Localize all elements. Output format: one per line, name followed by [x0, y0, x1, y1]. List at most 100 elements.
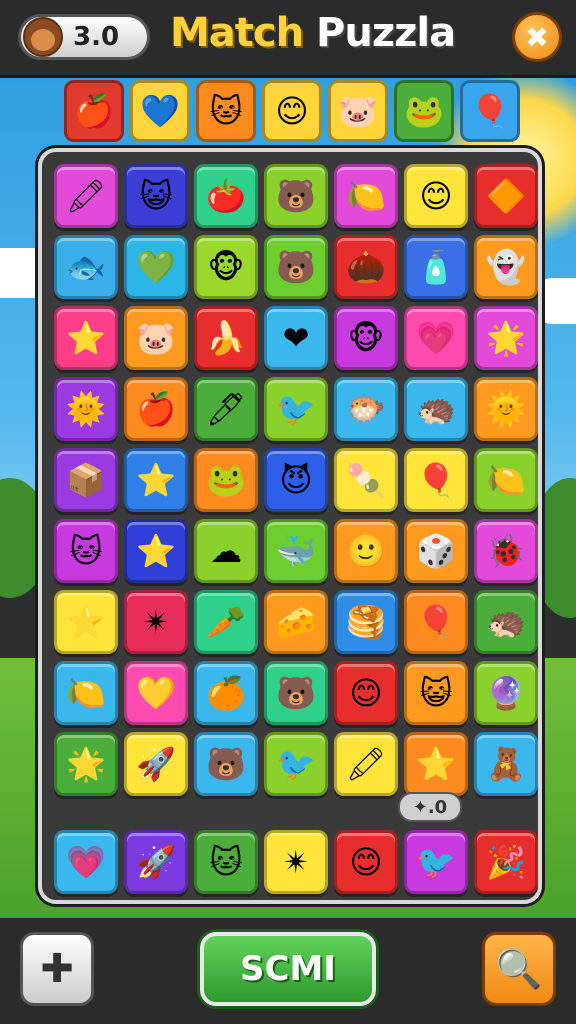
tile[interactable]: ⭐ [54, 306, 118, 370]
tile[interactable]: ☁ [194, 519, 258, 583]
tile[interactable]: 🐻 [264, 164, 328, 228]
tile[interactable]: 🧸 [474, 732, 538, 796]
tile[interactable]: 🐦 [404, 830, 468, 894]
hedgehog-icon: 🦔 [486, 603, 526, 641]
star-icon: ✴ [282, 843, 310, 881]
tile[interactable]: 🍡 [334, 448, 398, 512]
tile[interactable]: ❤ [264, 306, 328, 370]
tile[interactable]: 🥕 [194, 590, 258, 654]
tile[interactable]: 🐟 [54, 235, 118, 299]
ghost-face-icon: 👻 [486, 248, 526, 286]
tile[interactable]: 🐳 [264, 519, 328, 583]
tile[interactable]: 🐻 [264, 235, 328, 299]
target-tile: 🐷 [328, 80, 388, 142]
tile[interactable]: 🚀 [124, 830, 188, 894]
tile[interactable]: 🚀 [124, 732, 188, 796]
tile[interactable]: 😊 [334, 830, 398, 894]
close-button[interactable]: ✖ [512, 12, 562, 62]
tile[interactable]: 🐡 [334, 377, 398, 441]
title-word-match: Match [170, 10, 304, 56]
tile[interactable]: 🖍 [54, 164, 118, 228]
tile[interactable]: 😺 [124, 164, 188, 228]
tile[interactable]: 🖊 [194, 377, 258, 441]
tile[interactable]: 😊 [404, 164, 468, 228]
tile[interactable]: 🌰 [334, 235, 398, 299]
tile[interactable]: 🐵 [334, 306, 398, 370]
figure-icon: 🧸 [486, 745, 526, 783]
main-action-button[interactable]: SCMI [200, 932, 376, 1006]
tile[interactable]: 🧀 [264, 590, 328, 654]
tile[interactable]: 🎲 [404, 519, 468, 583]
apple-icon: 🍎 [74, 92, 114, 130]
tile[interactable]: 🌞 [474, 377, 538, 441]
tile[interactable]: ⭐ [54, 590, 118, 654]
cat-face-icon: 🐱 [209, 92, 243, 130]
tile[interactable]: 🐦 [264, 732, 328, 796]
tile[interactable]: 😺 [404, 661, 468, 725]
star-icon: ⭐ [66, 603, 106, 641]
title-word-puzzla: Puzzla [316, 10, 456, 56]
tile[interactable]: ⭐ [124, 519, 188, 583]
urchin-icon: 🦔 [416, 390, 456, 428]
tile[interactable]: 🐻 [264, 661, 328, 725]
tile[interactable]: 😈 [264, 448, 328, 512]
tile[interactable]: 🌟 [54, 732, 118, 796]
search-button[interactable]: 🔍 [482, 932, 556, 1006]
tile[interactable]: 👻 [474, 235, 538, 299]
tile[interactable]: 🐵 [194, 235, 258, 299]
tile-bottom-row: 💗 🚀 🐱 ✴ 😊 🐦 🎉 [54, 830, 538, 894]
tile[interactable]: 🐱 [54, 519, 118, 583]
tile[interactable]: 💗 [54, 830, 118, 894]
tile[interactable]: 🎈 [404, 448, 468, 512]
tile[interactable]: 💗 [404, 306, 468, 370]
tile[interactable]: 📦 [54, 448, 118, 512]
tile[interactable]: 🐦 [264, 377, 328, 441]
lemon-icon: 🍋 [346, 177, 386, 215]
tile[interactable]: 🐻 [194, 732, 258, 796]
banana-icon: 🍌 [206, 319, 246, 357]
stack-icon: 🥞 [346, 603, 386, 641]
tile[interactable]: 🙂 [334, 519, 398, 583]
crayon-icon: 🖍 [345, 745, 387, 783]
tile[interactable]: 💚 [124, 235, 188, 299]
dpad-button[interactable]: ✚ [20, 932, 94, 1006]
tile[interactable]: ⭐ [404, 732, 468, 796]
tile[interactable]: ✴ [264, 830, 328, 894]
tile[interactable]: 🎉 [474, 830, 538, 894]
tile[interactable]: 🍎 [124, 377, 188, 441]
tile[interactable]: 🍊 [194, 661, 258, 725]
tile[interactable]: 🐞 [474, 519, 538, 583]
star-icon: ✴ [142, 603, 170, 641]
tile[interactable]: 🌟 [474, 306, 538, 370]
crayon-icon: 🖍 [65, 177, 107, 215]
tile[interactable]: 🎈 [404, 590, 468, 654]
heart-icon: 💚 [136, 248, 176, 286]
tile[interactable]: ⭐ [124, 448, 188, 512]
tile[interactable]: 🦔 [404, 377, 468, 441]
tile[interactable]: 🍋 [474, 448, 538, 512]
star-icon: ⭐ [136, 532, 176, 570]
tile[interactable]: 😊 [334, 661, 398, 725]
tile[interactable]: 🍌 [194, 306, 258, 370]
tile[interactable]: 🦔 [474, 590, 538, 654]
tile[interactable]: 💛 [124, 661, 188, 725]
tile[interactable]: 🖍 [334, 732, 398, 796]
tile[interactable]: 🍅 [194, 164, 258, 228]
tile[interactable]: 🧴 [404, 235, 468, 299]
tile[interactable]: 🍋 [54, 661, 118, 725]
popsicle-icon: 🍡 [346, 461, 386, 499]
bottom-bar: ✚ SCMI 🔍 [0, 918, 576, 1024]
tile[interactable]: 🍋 [334, 164, 398, 228]
bug-icon: 🐞 [486, 532, 526, 570]
heart-icon: 💗 [416, 319, 456, 357]
tile[interactable]: 🔮 [474, 661, 538, 725]
pig-icon: 🐷 [136, 319, 176, 357]
tile[interactable]: 🐸 [194, 448, 258, 512]
tile[interactable]: ✴ [124, 590, 188, 654]
tile[interactable]: 🌞 [54, 377, 118, 441]
balloon-icon: 🎈 [470, 92, 510, 130]
tile[interactable]: 🐱 [194, 830, 258, 894]
tile[interactable]: 🐷 [124, 306, 188, 370]
tile[interactable]: 🔶 [474, 164, 538, 228]
tile[interactable]: 🥞 [334, 590, 398, 654]
